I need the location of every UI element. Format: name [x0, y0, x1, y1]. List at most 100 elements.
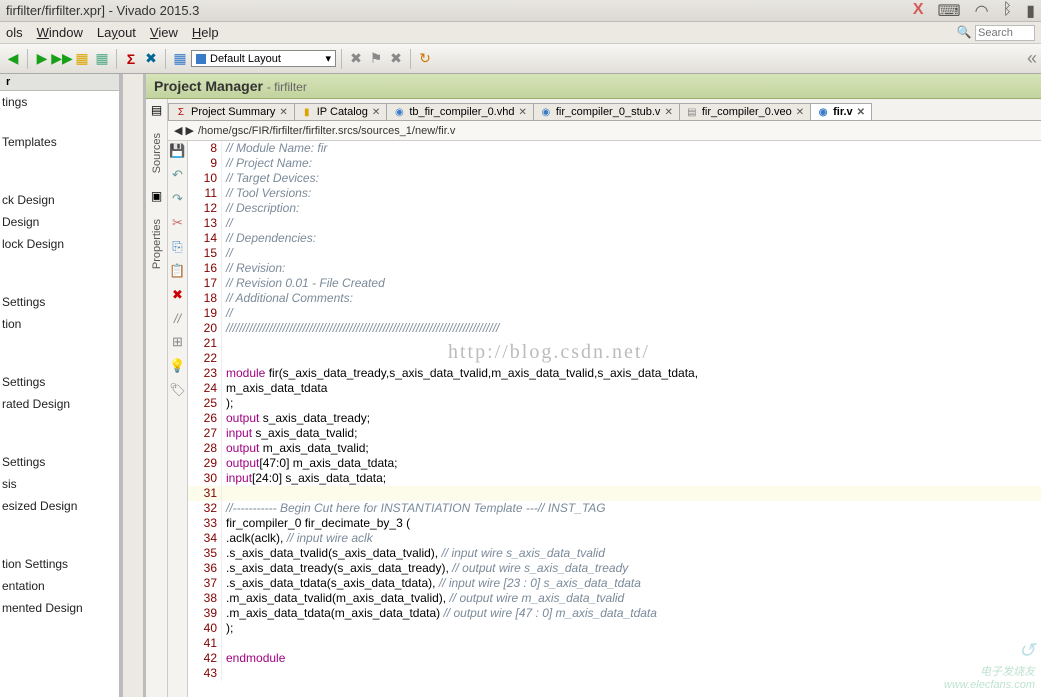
line-content[interactable]: // [222, 306, 1041, 321]
line-content[interactable]: ////////////////////////////////////////… [222, 321, 1041, 336]
copy-icon[interactable]: ⎘ [172, 239, 182, 255]
run-button[interactable]: ▶ [33, 50, 51, 68]
code-line[interactable]: 16// Revision: [188, 261, 1041, 276]
pin-icon[interactable]: ✖ [347, 50, 365, 68]
code-line[interactable]: 33 fir_compiler_0 fir_decimate_by_3 ( [188, 516, 1041, 531]
line-content[interactable]: // Description: [222, 201, 1041, 216]
sources-panel[interactable]: Sources [151, 133, 163, 173]
collapse-handle[interactable] [120, 74, 146, 697]
code-line[interactable]: 34 .aclk(aclk), // input wire aclk [188, 531, 1041, 546]
find-icon[interactable]: ⊞ [172, 334, 183, 350]
delete-icon[interactable]: ✖ [172, 287, 183, 303]
wifi-icon[interactable]: ◠ [975, 1, 989, 21]
editor-tab[interactable]: ◉fir_compiler_0_stub.v✕ [533, 103, 680, 120]
code-line[interactable]: 28 output m_axis_data_tvalid; [188, 441, 1041, 456]
save-icon[interactable]: 💾 [169, 143, 185, 159]
code-line[interactable]: 17// Revision 0.01 - File Created [188, 276, 1041, 291]
code-line[interactable]: 36 .s_axis_data_tready(s_axis_data_tread… [188, 561, 1041, 576]
code-line[interactable]: 31 [188, 486, 1041, 501]
code-line[interactable]: 20//////////////////////////////////////… [188, 321, 1041, 336]
line-content[interactable]: ); [222, 621, 1041, 636]
editor-tab[interactable]: ▤fir_compiler_0.veo✕ [679, 103, 811, 120]
line-content[interactable]: // [222, 246, 1041, 261]
code-line[interactable]: 12// Description: [188, 201, 1041, 216]
line-content[interactable]: output s_axis_data_tready; [222, 411, 1041, 426]
editor-tab[interactable]: ◉tb_fir_compiler_0.vhd✕ [386, 103, 534, 120]
line-content[interactable]: .aclk(aclk), // input wire aclk [222, 531, 1041, 546]
menu-layout[interactable]: Layout [97, 25, 136, 40]
code-line[interactable]: 26 output s_axis_data_tready; [188, 411, 1041, 426]
line-content[interactable]: module fir(s_axis_data_tready,s_axis_dat… [222, 366, 1041, 381]
code-line[interactable]: 32 //----------- Begin Cut here for INST… [188, 501, 1041, 516]
undo-icon[interactable]: ↶ [172, 167, 183, 183]
nav-item[interactable]: mented Design [0, 597, 119, 619]
close-icon[interactable]: ✕ [279, 107, 287, 118]
code-line[interactable]: 38 .m_axis_data_tvalid(m_axis_data_tvali… [188, 591, 1041, 606]
nav-item[interactable]: tion [0, 313, 119, 335]
nav-item[interactable]: Settings [0, 371, 119, 393]
line-content[interactable] [222, 636, 1041, 651]
close-icon[interactable]: ✕ [857, 107, 865, 118]
menu-view[interactable]: View [150, 25, 178, 40]
line-content[interactable]: // Additional Comments: [222, 291, 1041, 306]
code-line[interactable]: 25 ); [188, 396, 1041, 411]
code-line[interactable]: 39 .m_axis_data_tdata(m_axis_data_tdata)… [188, 606, 1041, 621]
cube-icon[interactable]: ▣ [151, 189, 162, 203]
comment-icon[interactable]: // [174, 311, 181, 326]
code-line[interactable]: 41 [188, 636, 1041, 651]
tree-icon[interactable]: ▤ [151, 103, 162, 117]
back-button[interactable]: ◀ [4, 50, 22, 68]
line-content[interactable]: m_axis_data_tdata [222, 381, 1041, 396]
keyboard-icon[interactable]: ⌨ [938, 1, 961, 21]
nav-item[interactable]: Design [0, 211, 119, 233]
menu-help[interactable]: Help [192, 25, 219, 40]
code-line[interactable]: 13// [188, 216, 1041, 231]
line-content[interactable]: // [222, 216, 1041, 231]
code-line[interactable]: 14// Dependencies: [188, 231, 1041, 246]
code-line[interactable]: 18// Additional Comments: [188, 291, 1041, 306]
line-content[interactable]: // Tool Versions: [222, 186, 1041, 201]
properties-panel[interactable]: Properties [151, 219, 163, 269]
line-content[interactable]: // Revision: [222, 261, 1041, 276]
nav-item[interactable]: entation [0, 575, 119, 597]
code-line[interactable]: 40 ); [188, 621, 1041, 636]
layout-selector[interactable]: Default Layout ▾ [191, 50, 336, 67]
line-content[interactable]: // Target Devices: [222, 171, 1041, 186]
code-line[interactable]: 37 .s_axis_data_tdata(s_axis_data_tdata)… [188, 576, 1041, 591]
line-content[interactable]: .s_axis_data_tvalid(s_axis_data_tvalid),… [222, 546, 1041, 561]
cancel-icon[interactable]: ✖ [387, 50, 405, 68]
synth-button[interactable]: ▦ [73, 50, 91, 68]
line-content[interactable]: endmodule [222, 651, 1041, 666]
code-line[interactable]: 11// Tool Versions: [188, 186, 1041, 201]
line-content[interactable]: output[47:0] m_axis_data_tdata; [222, 456, 1041, 471]
menu-window[interactable]: Window [37, 25, 83, 40]
chevron-left-icon[interactable]: « [1027, 48, 1037, 69]
close-icon[interactable]: ✕ [518, 107, 526, 118]
nav-item[interactable]: rated Design [0, 393, 119, 415]
close-icon[interactable]: ✕ [372, 107, 380, 118]
bluetooth-icon[interactable]: ᛒ [1003, 1, 1013, 21]
code-line[interactable]: 29 output[47:0] m_axis_data_tdata; [188, 456, 1041, 471]
code-line[interactable]: 8// Module Name: fir [188, 141, 1041, 156]
line-content[interactable]: ); [222, 396, 1041, 411]
code-line[interactable]: 24 m_axis_data_tdata [188, 381, 1041, 396]
label-icon[interactable]: 🏷 [169, 382, 186, 398]
editor-tab[interactable]: ΣProject Summary✕ [168, 103, 295, 120]
line-content[interactable]: .m_axis_data_tvalid(m_axis_data_tvalid),… [222, 591, 1041, 606]
close-icon[interactable]: ✕ [664, 107, 672, 118]
line-content[interactable]: // Module Name: fir [222, 141, 1041, 156]
code-line[interactable]: 43 [188, 666, 1041, 681]
line-content[interactable]: fir_compiler_0 fir_decimate_by_3 ( [222, 516, 1041, 531]
nav-item[interactable]: ck Design [0, 189, 119, 211]
line-content[interactable]: // Project Name: [222, 156, 1041, 171]
nav-item[interactable]: esized Design [0, 495, 119, 517]
code-line[interactable]: 35 .s_axis_data_tvalid(s_axis_data_tvali… [188, 546, 1041, 561]
menu-tools[interactable]: ols [6, 25, 23, 40]
nav-item[interactable]: Settings [0, 291, 119, 313]
line-content[interactable]: .s_axis_data_tready(s_axis_data_tready),… [222, 561, 1041, 576]
line-content[interactable] [222, 666, 1041, 681]
code-line[interactable]: 9// Project Name: [188, 156, 1041, 171]
line-content[interactable] [222, 486, 1041, 501]
code-line[interactable]: 15// [188, 246, 1041, 261]
bulb-icon[interactable]: 💡 [169, 358, 185, 374]
